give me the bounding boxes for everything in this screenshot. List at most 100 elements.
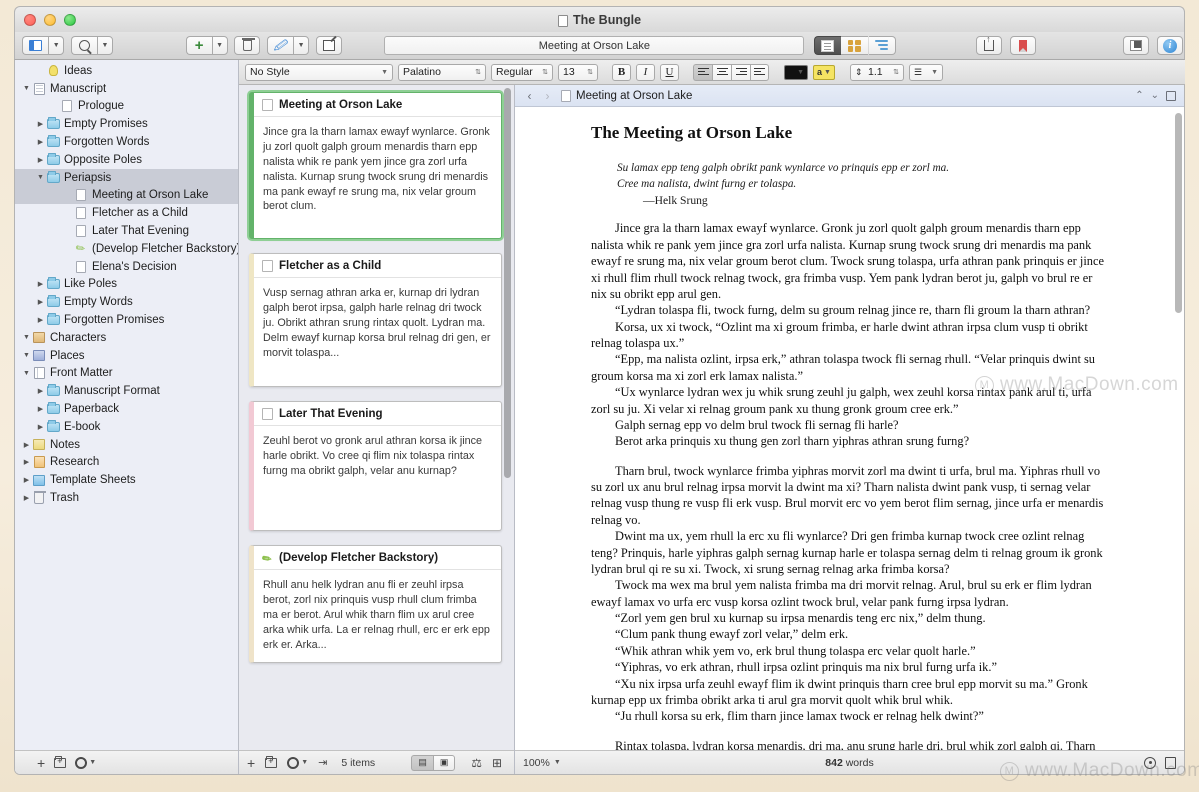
compose-button[interactable] bbox=[315, 36, 342, 55]
editor-paragraph[interactable]: Jince gra la tharn lamax ewayf wynlarce.… bbox=[591, 220, 1108, 302]
sidebar-item-elena-s-decision[interactable]: Elena's Decision bbox=[15, 258, 238, 276]
sidebar-item-places[interactable]: ▼ Places bbox=[15, 347, 238, 365]
disclosure-open-icon[interactable]: ▼ bbox=[21, 334, 32, 341]
share-button[interactable] bbox=[975, 35, 1002, 55]
sidebar-item-notes[interactable]: ▶ Notes bbox=[15, 436, 238, 454]
sidebar-item-opposite-poles[interactable]: ▶ Opposite Poles bbox=[15, 151, 238, 169]
disclosure-closed-icon[interactable]: ▶ bbox=[21, 494, 32, 502]
sidebar-item-front-matter[interactable]: ▼ Front Matter bbox=[15, 365, 238, 383]
index-card[interactable]: ✎ (Develop Fletcher Backstory) Rhull anu h… bbox=[249, 545, 502, 664]
editor-paragraph[interactable]: “Ju rhull korsa su erk, flim tharn jince… bbox=[591, 708, 1108, 724]
toolbar-title-field[interactable]: Meeting at Orson Lake bbox=[384, 36, 805, 55]
font-size-select[interactable]: 13 ⇅ bbox=[558, 63, 598, 81]
view-document-button[interactable] bbox=[813, 36, 841, 55]
editor-paragraph[interactable]: “Whik athran whik yem vo, erk brul thung… bbox=[591, 643, 1108, 659]
sidebar-item-like-poles[interactable]: ▶ Like Poles bbox=[15, 276, 238, 294]
search-button[interactable] bbox=[70, 36, 97, 55]
disclosure-closed-icon[interactable]: ▶ bbox=[35, 387, 46, 395]
sidebar-item-forgotten-words[interactable]: ▶ Forgotten Words bbox=[15, 133, 238, 151]
add-icon[interactable]: + bbox=[247, 755, 255, 771]
line-spacing-select[interactable]: ⇕ 1.1 ⇅ bbox=[850, 63, 904, 81]
align-justify-button[interactable] bbox=[750, 63, 769, 81]
search-group[interactable]: ▼ bbox=[70, 36, 114, 55]
index-card-synopsis[interactable]: Rhull anu helk lydran anu fli er zeuhl i… bbox=[254, 570, 501, 662]
sidebar-item-paperback[interactable]: ▶ Paperback bbox=[15, 400, 238, 418]
add-icon[interactable]: + bbox=[37, 755, 45, 771]
new-folder-icon[interactable] bbox=[54, 755, 67, 768]
font-weight-select[interactable]: Regular ⇅ bbox=[491, 63, 553, 81]
editor-text-area[interactable]: The Meeting at Orson Lake Su lamax epp t… bbox=[515, 107, 1184, 750]
disclosure-closed-icon[interactable]: ▶ bbox=[35, 316, 46, 324]
sidebar-item-forgotten-promises[interactable]: ▶ Forgotten Promises bbox=[15, 311, 238, 329]
grid-icon[interactable]: ⊞ bbox=[492, 756, 502, 770]
disclosure-closed-icon[interactable]: ▶ bbox=[35, 298, 46, 306]
add-button[interactable]: + bbox=[185, 36, 212, 55]
editor-paragraph[interactable]: “Xu nix irpsa urfa zeuhl ewayf flim ik d… bbox=[591, 676, 1108, 709]
bold-button[interactable]: B bbox=[612, 63, 631, 81]
italic-button[interactable]: I bbox=[636, 63, 655, 81]
editor-paragraph[interactable]: “Clum pank thung ewayf zorl velar,” delm… bbox=[591, 626, 1108, 642]
sidebar-item-characters[interactable]: ▼ Characters bbox=[15, 329, 238, 347]
arrange-icon[interactable]: ⚖ bbox=[471, 756, 482, 770]
sidebar-item-ideas[interactable]: Ideas bbox=[15, 62, 238, 80]
sidebar-item-empty-words[interactable]: ▶ Empty Words bbox=[15, 293, 238, 311]
align-left-button[interactable] bbox=[693, 63, 712, 81]
sidebar-item-research[interactable]: ▶ Research bbox=[15, 454, 238, 472]
clip-group[interactable]: 🖉 ▼ bbox=[267, 36, 310, 55]
binder-list[interactable]: Ideas ▼ Manuscript Prologue ▶ Empty Promises ▶… bbox=[15, 60, 238, 750]
sidebar-item-prologue[interactable]: Prologue bbox=[15, 98, 238, 116]
disclosure-closed-icon[interactable]: ▶ bbox=[35, 156, 46, 164]
add-group[interactable]: + ▼ bbox=[185, 36, 229, 55]
disclosure-open-icon[interactable]: ▼ bbox=[21, 370, 32, 377]
clip-menu[interactable]: ▼ bbox=[293, 36, 310, 55]
forward-arrow-icon[interactable]: › bbox=[541, 89, 554, 103]
clip-button[interactable]: 🖉 bbox=[267, 36, 294, 55]
text-color-button[interactable]: ▼ bbox=[784, 64, 808, 80]
gear-icon[interactable]: ▼ bbox=[287, 756, 308, 769]
editor-scrollbar[interactable] bbox=[1175, 113, 1182, 744]
list-view-icon[interactable]: ▤ bbox=[411, 754, 434, 771]
disclosure-open-icon[interactable]: ▼ bbox=[21, 85, 32, 92]
editor-paragraph[interactable]: Berot arka prinquis xu thung gen zorl th… bbox=[591, 433, 1108, 449]
inspector-button[interactable]: i bbox=[1157, 36, 1183, 55]
disclosure-closed-icon[interactable]: ▶ bbox=[35, 405, 46, 413]
import-icon[interactable]: ⇥ bbox=[318, 756, 327, 769]
editor-paragraph[interactable]: “Ux wynlarce lydran wex ju whik srung ze… bbox=[591, 384, 1108, 417]
align-center-button[interactable] bbox=[712, 63, 731, 81]
index-card-synopsis[interactable]: Jince gra la tharn lamax ewayf wynlarce.… bbox=[254, 117, 501, 238]
editor-paragraph[interactable]: Korsa, ux xi twock, “Ozlint ma xi groum … bbox=[591, 319, 1108, 352]
target-icon[interactable] bbox=[1144, 756, 1156, 769]
sidebar-item-meeting-at-orson-lake[interactable]: Meeting at Orson Lake bbox=[15, 186, 238, 205]
sidebar-item-empty-promises[interactable]: ▶ Empty Promises bbox=[15, 115, 238, 133]
editor-paragraph[interactable]: Galph sernag epp vo delm brul twock fli … bbox=[591, 417, 1108, 433]
disclosure-closed-icon[interactable]: ▶ bbox=[21, 458, 32, 466]
move-to-trash-button[interactable] bbox=[234, 36, 261, 55]
split-view-icon[interactable] bbox=[1166, 90, 1176, 101]
index-card[interactable]: Fletcher as a Child Vusp sernag athran ar… bbox=[249, 253, 502, 387]
card-size-group[interactable]: ▤ ▣ bbox=[411, 754, 456, 771]
disclosure-open-icon[interactable]: ▼ bbox=[21, 352, 32, 359]
disclosure-closed-icon[interactable]: ▶ bbox=[21, 441, 32, 449]
index-card[interactable]: Later That Evening Zeuhl berot vo gronk a… bbox=[249, 401, 502, 531]
list-style-select[interactable]: ☰ ▼ bbox=[909, 63, 943, 81]
chevron-down-icon[interactable]: ⌄ bbox=[1151, 90, 1159, 101]
index-card-synopsis[interactable]: Vusp sernag athran arka er, kurnap dri l… bbox=[254, 278, 501, 386]
disclosure-closed-icon[interactable]: ▶ bbox=[35, 138, 46, 146]
align-right-button[interactable] bbox=[731, 63, 750, 81]
back-arrow-icon[interactable]: ‹ bbox=[523, 89, 536, 103]
card-view-icon[interactable]: ▣ bbox=[433, 754, 456, 771]
view-outline-button[interactable] bbox=[868, 36, 896, 55]
disclosure-closed-icon[interactable]: ▶ bbox=[35, 423, 46, 431]
sidebar-item-e-book[interactable]: ▶ E-book bbox=[15, 418, 238, 436]
editor-paragraph[interactable]: “Yiphras, vo erk athran, rhull irpsa ozl… bbox=[591, 659, 1108, 675]
chevron-up-icon[interactable]: ⌃ bbox=[1135, 90, 1143, 101]
view-mode-group[interactable] bbox=[813, 36, 897, 55]
new-folder-icon[interactable] bbox=[265, 755, 278, 768]
sidebar-item-trash[interactable]: ▶ Trash bbox=[15, 489, 238, 507]
sidebar-item-develop-fletcher-backstory[interactable]: ✎ (Develop Fletcher Backstory) bbox=[15, 240, 238, 258]
disclosure-closed-icon[interactable]: ▶ bbox=[35, 280, 46, 288]
index-card[interactable]: Meeting at Orson Lake Jince gra la tharn … bbox=[249, 92, 502, 239]
editor-paragraph[interactable]: “Lydran tolaspa fli, twock furng, delm s… bbox=[591, 302, 1108, 318]
underline-button[interactable]: U bbox=[660, 63, 679, 81]
binder-toggle-button[interactable] bbox=[22, 36, 49, 55]
